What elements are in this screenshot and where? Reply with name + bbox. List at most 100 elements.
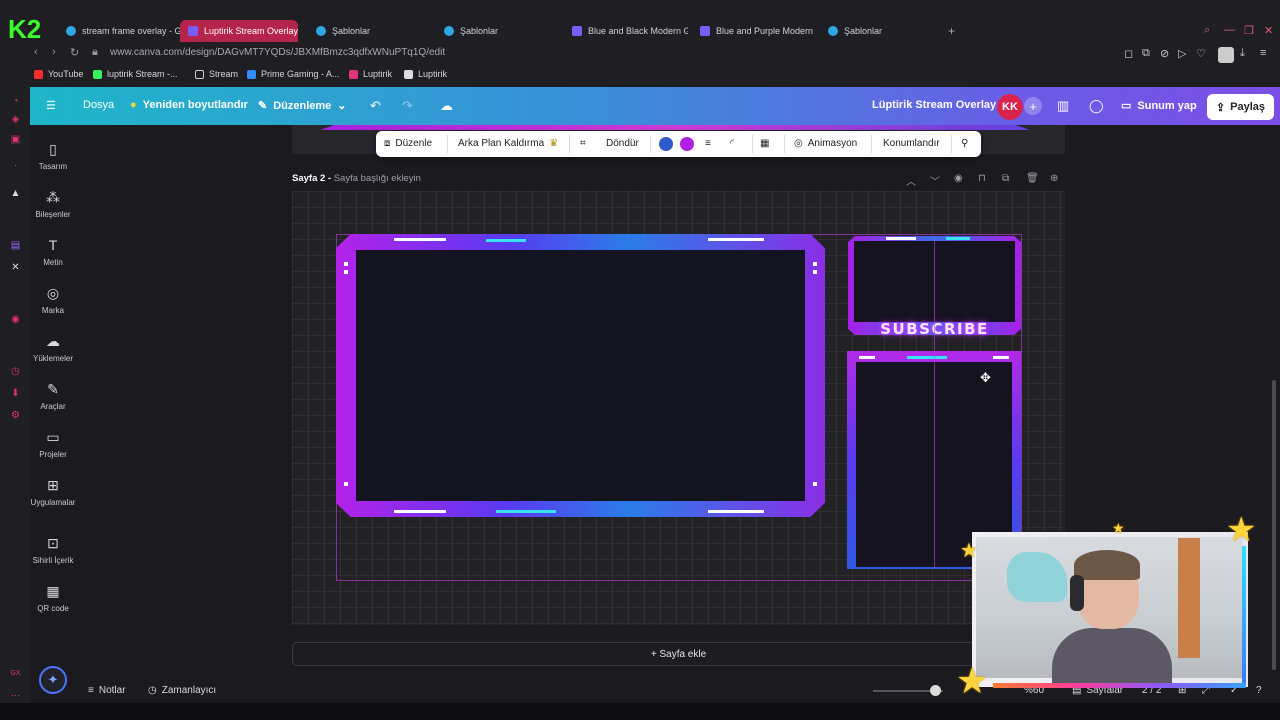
bookmark-folder-stream[interactable]: Stream <box>195 69 238 79</box>
copy-style-icon[interactable]: ⚲ <box>961 138 968 149</box>
close-window-icon[interactable]: ✕ <box>1264 24 1273 37</box>
sidebar-item-design[interactable]: ▯ Tasarım <box>30 141 76 171</box>
sidebar-item-qr-code[interactable]: ▦ QR code <box>30 583 76 613</box>
design-title[interactable]: Lüptirik Stream Overlay <box>872 99 996 111</box>
chevron-down-icon[interactable]: ﹀ <box>930 173 940 188</box>
insights-chart-icon[interactable]: ▥ <box>1057 98 1069 114</box>
share-button[interactable]: ⇪ Paylaş <box>1207 94 1274 120</box>
reload-icon[interactable]: ↻ <box>70 46 79 59</box>
heart-icon[interactable]: ♡ <box>1196 47 1206 60</box>
frame-accent <box>813 270 817 274</box>
bookmark-instagram[interactable]: Luptirik <box>349 69 392 79</box>
notes-button[interactable]: ≡ Notlar <box>88 685 126 696</box>
animation-icon: ◎ <box>794 138 803 149</box>
sidebar-item-brand[interactable]: ◎ Marka <box>30 285 76 315</box>
gameplay-frame[interactable] <box>336 234 825 517</box>
add-page-button[interactable]: + Sayfa ekle <box>292 642 1065 666</box>
present-button[interactable]: ▭ Sunum yap <box>1121 99 1197 113</box>
editing-mode-button[interactable]: ✎ Düzenleme ⌄ <box>258 99 347 113</box>
invite-plus-icon[interactable]: + <box>1024 97 1042 115</box>
crop-icon[interactable]: ⌗ <box>580 138 586 149</box>
tab-blue-black-modern[interactable]: Blue and Black Modern G <box>564 20 688 42</box>
rotate-button[interactable]: Döndür <box>606 138 639 149</box>
more-icon[interactable]: … <box>10 688 21 699</box>
zoom-slider-handle[interactable] <box>930 685 941 696</box>
tab-sablonlar-3[interactable]: Şablonlar <box>820 20 930 42</box>
gmail-icon[interactable]: ▣ <box>10 134 21 145</box>
bg-remove-button[interactable]: Arka Plan Kaldırma ♛ <box>458 138 558 149</box>
maximize-icon[interactable]: ❐ <box>1244 24 1254 37</box>
comment-icon[interactable]: ◯ <box>1089 98 1104 114</box>
color-swatch-purple[interactable] <box>680 137 694 151</box>
avatar[interactable]: KK <box>997 94 1023 120</box>
sidebar-item-elements[interactable]: ⁂ Bileşenler <box>30 189 76 219</box>
snapshot-icon[interactable]: ⧉ <box>1142 47 1150 60</box>
move-cursor-icon: ✥ <box>980 370 991 385</box>
tab-sablonlar-2[interactable]: Şablonlar <box>436 20 546 42</box>
profile-avatar[interactable] <box>1218 47 1234 63</box>
forward-icon[interactable]: › <box>52 46 56 58</box>
tab-blue-purple-modern[interactable]: Blue and Purple Modern <box>692 20 816 42</box>
download-icon[interactable]: ⤓ <box>1240 47 1245 60</box>
corner-rounding-icon[interactable]: ◜ <box>730 138 734 149</box>
duplicate-page-icon[interactable]: ⧉ <box>1002 173 1009 184</box>
hamburger-menu-icon[interactable]: ☰ <box>46 99 56 112</box>
downloads-side-icon[interactable]: ⬇ <box>10 388 21 399</box>
tab-luptirik-stream-overlay[interactable]: Luptirik Stream Overlay - <box>180 20 298 42</box>
player-side-icon[interactable]: ◉ <box>10 314 21 325</box>
menu-icon[interactable]: ≡ <box>1260 47 1266 59</box>
history-icon[interactable]: ◷ <box>10 366 21 377</box>
edit-image-button[interactable]: ⧈ Düzenle <box>384 138 432 149</box>
lock-page-icon[interactable]: ⊓ <box>978 173 986 184</box>
toolbar-divider <box>871 135 872 153</box>
position-button[interactable]: Konumlandır <box>883 138 940 149</box>
page-title[interactable]: Sayfa 2 - Sayfa başlığı ekleyin <box>292 173 421 184</box>
timer-button[interactable]: ◷ Zamanlayıcı <box>148 685 216 696</box>
help-icon[interactable]: ? <box>1256 685 1262 696</box>
hide-page-icon[interactable]: ◉ <box>954 173 963 184</box>
star-icon: ★ <box>956 660 989 701</box>
transparency-icon[interactable]: ▦ <box>760 138 769 149</box>
sidebar-item-apps[interactable]: ⊞ Uygulamalar <box>30 477 76 507</box>
add-page-icon[interactable]: ⊕ <box>1050 173 1058 184</box>
aria-icon[interactable]: ▲ <box>10 188 21 199</box>
sidebar-item-text[interactable]: T Metin <box>30 237 76 267</box>
tab-sablonlar-1[interactable]: Şablonlar <box>308 20 418 42</box>
tab-stream-frame-overlay[interactable]: stream frame overlay - G <box>58 20 180 42</box>
back-icon[interactable]: ‹ <box>34 46 38 58</box>
sidebar-item-tools[interactable]: ✎ Araçlar <box>30 381 76 411</box>
undo-icon[interactable]: ↶ <box>370 98 381 114</box>
magic-assistant-button[interactable]: ✦ <box>39 666 67 694</box>
url-field[interactable]: www.canva.com/design/DAGvMT7YQDs/JBXMfBm… <box>110 47 445 58</box>
delete-page-icon[interactable]: 🗑︎ <box>1026 173 1039 184</box>
new-tab-icon[interactable]: + <box>948 24 955 38</box>
messenger-icon[interactable]: ◈ <box>10 114 21 125</box>
settings-icon[interactable]: ⚙ <box>10 410 21 421</box>
search-tabs-icon[interactable]: ⌕ <box>1204 24 1210 37</box>
color-swatch-blue[interactable] <box>659 137 673 151</box>
sidebar-item-magic-media[interactable]: ⊡ Sihirli İçerik <box>30 535 76 565</box>
animate-button[interactable]: ◎ Animasyon <box>794 138 857 149</box>
cloud-save-icon[interactable]: ☁ <box>440 98 453 114</box>
file-menu-button[interactable]: Dosya <box>83 99 114 111</box>
twitch-side-icon[interactable]: ▤ <box>10 240 21 251</box>
sidebar-item-projects[interactable]: ▭ Projeler <box>30 429 76 459</box>
redo-icon[interactable]: ↷ <box>402 98 413 114</box>
minimize-icon[interactable]: — <box>1224 24 1235 36</box>
sidebar-item-uploads[interactable]: ☁ Yüklemeler <box>30 333 76 363</box>
resize-button[interactable]: ● Yeniden boyutlandır <box>130 99 248 111</box>
bookmark-youtube[interactable]: YouTube <box>34 69 83 79</box>
x-side-icon[interactable]: ✕ <box>10 262 21 273</box>
adblock-icon[interactable]: ⊘ <box>1160 47 1169 60</box>
home-icon[interactable]: ◔ <box>10 96 21 107</box>
vertical-scrollbar[interactable] <box>1272 380 1276 670</box>
chevron-up-icon[interactable]: ︿ <box>906 173 916 188</box>
frame-accent <box>344 262 348 266</box>
gx-icon[interactable]: GX <box>10 668 21 679</box>
bookmark-x[interactable]: Luptirik <box>404 69 447 79</box>
bookmark-luptirik-stream[interactable]: luptirik Stream -... <box>93 69 178 79</box>
player-icon[interactable]: ▷ <box>1178 47 1186 60</box>
bookmark-prime-gaming[interactable]: Prime Gaming - A... <box>247 69 340 79</box>
bookmark-page-icon[interactable]: ◻ <box>1124 47 1133 60</box>
border-style-icon[interactable]: ≡ <box>705 138 711 149</box>
